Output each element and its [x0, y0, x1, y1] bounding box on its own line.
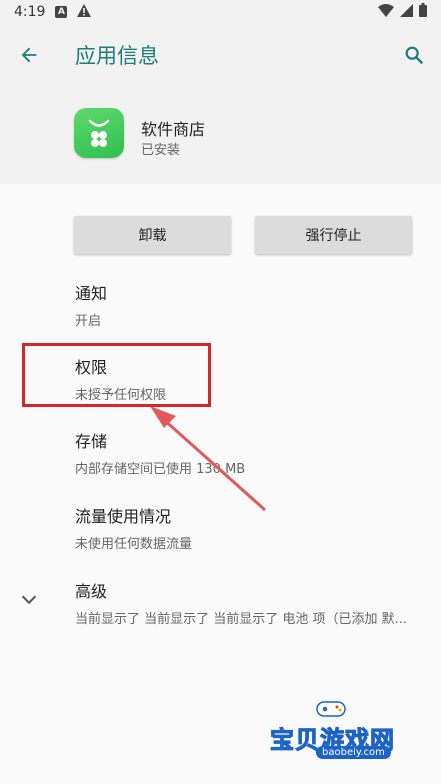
search-button[interactable] — [399, 40, 429, 70]
arrow-left-icon — [21, 47, 37, 63]
app-info-content: 卸载 强行停止 通知 开启 权限 未授予任何权限 存储 内部存储空间已使用 13… — [0, 184, 441, 784]
wifi-icon — [378, 3, 394, 21]
expand-advanced-button[interactable] — [18, 588, 40, 610]
settings-item-permissions[interactable]: 权限 未授予任何权限 — [75, 354, 415, 403]
settings-item-data-usage[interactable]: 流量使用情况 未使用任何数据流量 — [75, 503, 415, 552]
item-title: 权限 — [75, 358, 108, 377]
item-subtitle: 内部存储空间已使用 130 MB — [75, 462, 246, 477]
app-install-status: 已安装 — [141, 143, 181, 158]
item-subtitle: 开启 — [75, 314, 102, 329]
status-bar: 4:19 A — [0, 0, 441, 24]
item-title: 高级 — [75, 582, 108, 601]
settings-item-notifications[interactable]: 通知 开启 — [75, 280, 415, 329]
item-title: 通知 — [75, 284, 108, 303]
app-header: 软件商店 已安装 — [0, 84, 441, 184]
settings-item-storage[interactable]: 存储 内部存储空间已使用 130 MB — [75, 428, 415, 477]
warning-icon — [77, 3, 92, 21]
settings-item-advanced[interactable]: 高级 当前显示了 当前显示了 当前显示了 电池 项（已添加 默... — [75, 578, 420, 627]
app-store-icon — [74, 108, 124, 158]
item-subtitle: 未使用任何数据流量 — [75, 537, 193, 552]
app-bar: 应用信息 — [0, 24, 441, 84]
notification-a-icon: A — [55, 6, 68, 18]
item-subtitle: 未授予任何权限 — [75, 388, 167, 403]
battery-icon — [419, 3, 427, 21]
back-button[interactable] — [14, 40, 44, 70]
status-time: 4:19 — [14, 4, 46, 20]
watermark-url: baobeiy.com — [316, 746, 391, 759]
watermark-logo: 宝贝游戏网 baobeiy.com — [264, 696, 441, 784]
item-subtitle: 当前显示了 当前显示了 当前显示了 电池 项（已添加 默... — [75, 612, 408, 627]
signal-icon — [400, 3, 413, 21]
app-name: 软件商店 — [141, 120, 206, 139]
gamepad-mascot-icon — [316, 701, 346, 717]
uninstall-button[interactable]: 卸载 — [74, 216, 231, 254]
item-title: 存储 — [75, 432, 108, 451]
item-title: 流量使用情况 — [75, 507, 172, 526]
page-title: 应用信息 — [75, 44, 159, 68]
search-icon — [405, 46, 424, 65]
force-stop-button[interactable]: 强行停止 — [255, 216, 412, 254]
chevron-down-icon — [21, 595, 37, 605]
